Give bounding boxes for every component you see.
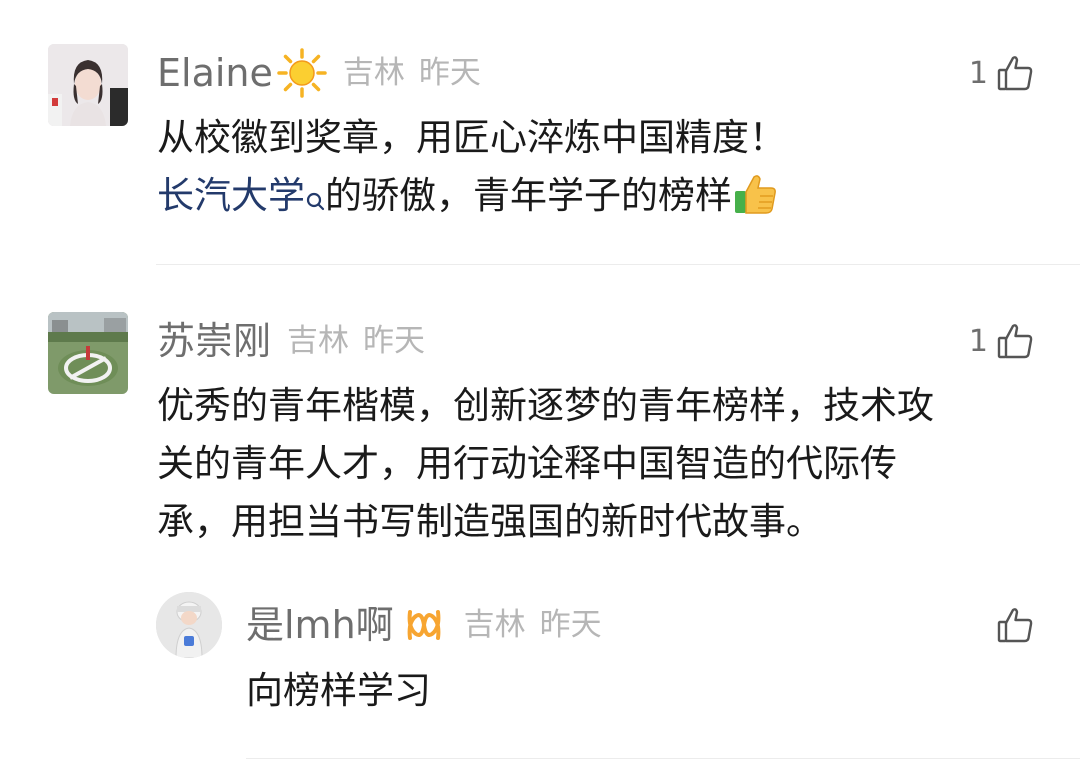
location: 吉林 [287, 322, 350, 359]
timestamp: 昨天 [363, 322, 426, 359]
like-button[interactable]: 1 [969, 52, 1034, 94]
avatar[interactable] [48, 44, 128, 126]
comment-text-line: 长汽大学 的骄傲，青年学子的榜样 [157, 167, 1037, 225]
reply-text: 向榜样学习 [246, 669, 431, 712]
avatar[interactable] [156, 592, 222, 658]
timestamp: 昨天 [418, 54, 481, 91]
reply-meta: 吉林 昨天 [463, 606, 602, 643]
like-count: 1 [968, 323, 988, 359]
search-icon [305, 174, 325, 210]
thumbs-up-icon [996, 54, 1034, 92]
like-button[interactable] [996, 604, 1034, 646]
username[interactable]: Elaine [157, 54, 273, 92]
thumbs-up-emoji-icon [732, 171, 778, 217]
avatar[interactable] [48, 312, 128, 394]
comment-header: 苏崇刚 吉林 昨天 [157, 320, 425, 362]
topic-link[interactable]: 长汽大学 [157, 174, 305, 217]
divider [156, 264, 1080, 265]
reply-header: 是lmh啊 吉林 昨天 [246, 604, 602, 646]
comment-text-rest: 的骄傲，青年学子的榜样 [325, 174, 732, 217]
sun-icon [277, 48, 327, 98]
thumbs-up-icon [996, 606, 1034, 644]
comment-text-line: 优秀的青年楷模，创新逐梦的青年榜样，技术攻 [157, 384, 934, 427]
divider [246, 758, 1080, 759]
comment-text: 优秀的青年楷模，创新逐梦的青年榜样，技术攻 关的青年人才，用行动诠释中国智造的代… [157, 377, 1057, 551]
thumbs-up-icon [996, 322, 1034, 360]
location: 吉林 [342, 54, 405, 91]
like-button[interactable]: 1 [969, 320, 1034, 362]
comment-meta: 吉林 昨天 [342, 54, 481, 91]
comment-meta: 吉林 昨天 [287, 322, 426, 359]
username[interactable]: 是lmh啊 [246, 606, 394, 644]
comment-header: Elaine 吉林 昨天 [157, 48, 481, 98]
infinity-icon [404, 608, 444, 642]
comment-text: 从校徽到奖章，用匠心淬炼中国精度！ 长汽大学 的骄傲，青年学子的榜样 [157, 109, 1037, 225]
username[interactable]: 苏崇刚 [157, 322, 271, 360]
comment-text-line: 从校徽到奖章，用匠心淬炼中国精度！ [157, 116, 786, 159]
comment-item: Elaine 吉林 昨天 1 从校徽到奖章，用匠心淬炼中国精度！ 长汽大学 的骄… [0, 0, 1080, 266]
comment-text-line: 关的青年人才，用行动诠释中国智造的代际传 [157, 442, 897, 485]
timestamp: 昨天 [539, 606, 602, 643]
comment-text-line: 承，用担当书写制造强国的新时代故事。 [157, 500, 823, 543]
like-count: 1 [968, 55, 988, 91]
location: 吉林 [463, 606, 526, 643]
